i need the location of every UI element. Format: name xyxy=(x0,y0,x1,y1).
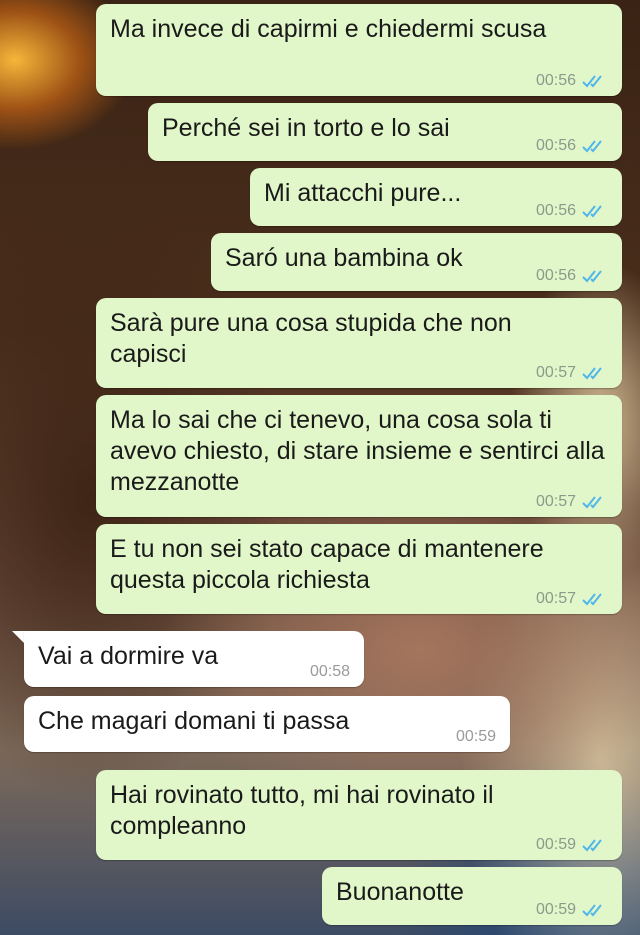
incoming-message[interactable]: Che magari domani ti passa 00:59 xyxy=(24,696,510,752)
incoming-message[interactable]: Vai a dormire va 00:58 xyxy=(24,631,364,687)
message-time: 00:57 xyxy=(535,493,576,510)
message-time: 00:56 xyxy=(535,72,576,89)
double-check-read-icon xyxy=(582,367,602,380)
message-time: 00:59 xyxy=(535,836,576,853)
outgoing-message[interactable]: Sarà pure una cosa stupida che non capis… xyxy=(96,298,622,388)
message-meta: 00:58 xyxy=(310,663,350,681)
message-meta: 00:57 xyxy=(536,493,608,511)
message-meta: 00:56 xyxy=(536,137,608,155)
outgoing-message[interactable]: Mi attacchi pure... 00:56 xyxy=(250,168,622,226)
message-text: Hai rovinato tutto, mi hai rovinato il c… xyxy=(110,781,494,840)
message-time: 00:57 xyxy=(535,364,576,381)
message-meta: 00:56 xyxy=(536,267,608,285)
outgoing-message[interactable]: Hai rovinato tutto, mi hai rovinato il c… xyxy=(96,770,622,860)
double-check-read-icon xyxy=(582,75,602,88)
chat-thread[interactable]: Ma invece di capirmi e chiedermi scusa 0… xyxy=(0,0,640,935)
outgoing-message[interactable]: Saró una bambina ok 00:56 xyxy=(211,233,622,291)
double-check-read-icon xyxy=(582,496,602,509)
message-time: 00:56 xyxy=(535,267,576,284)
message-meta: 00:56 xyxy=(536,72,608,90)
message-text: Vai a dormire va xyxy=(38,642,219,670)
message-text: Ma invece di capirmi e chiedermi scusa xyxy=(110,15,547,43)
message-text: Che magari domani ti passa xyxy=(38,707,350,735)
message-meta: 00:57 xyxy=(536,590,608,608)
double-check-read-icon xyxy=(582,593,602,606)
double-check-read-icon xyxy=(582,839,602,852)
message-time: 00:59 xyxy=(535,901,576,918)
message-time: 00:56 xyxy=(535,137,576,154)
double-check-read-icon xyxy=(582,140,602,153)
double-check-read-icon xyxy=(582,205,602,218)
message-meta: 00:57 xyxy=(536,364,608,382)
double-check-read-icon xyxy=(582,270,602,283)
message-text: Sarà pure una cosa stupida che non capis… xyxy=(110,309,512,368)
message-text: E tu non sei stato capace di mantenere q… xyxy=(110,535,544,594)
message-time: 00:58 xyxy=(309,663,350,680)
outgoing-message[interactable]: Ma invece di capirmi e chiedermi scusa 0… xyxy=(96,4,622,96)
message-meta: 00:59 xyxy=(536,901,608,919)
outgoing-message[interactable]: Buonanotte 00:59 xyxy=(322,867,622,925)
message-meta: 00:59 xyxy=(536,836,608,854)
message-time: 00:59 xyxy=(455,728,496,745)
message-meta: 00:56 xyxy=(536,202,608,220)
outgoing-message[interactable]: Ma lo sai che ci tenevo, una cosa sola t… xyxy=(96,395,622,517)
double-check-read-icon xyxy=(582,904,602,917)
message-meta: 00:59 xyxy=(456,728,496,746)
message-time: 00:56 xyxy=(535,202,576,219)
message-text: Ma lo sai che ci tenevo, una cosa sola t… xyxy=(110,406,605,496)
outgoing-message[interactable]: E tu non sei stato capace di mantenere q… xyxy=(96,524,622,614)
outgoing-message[interactable]: Perché sei in torto e lo sai 00:56 xyxy=(148,103,622,161)
message-time: 00:57 xyxy=(535,590,576,607)
